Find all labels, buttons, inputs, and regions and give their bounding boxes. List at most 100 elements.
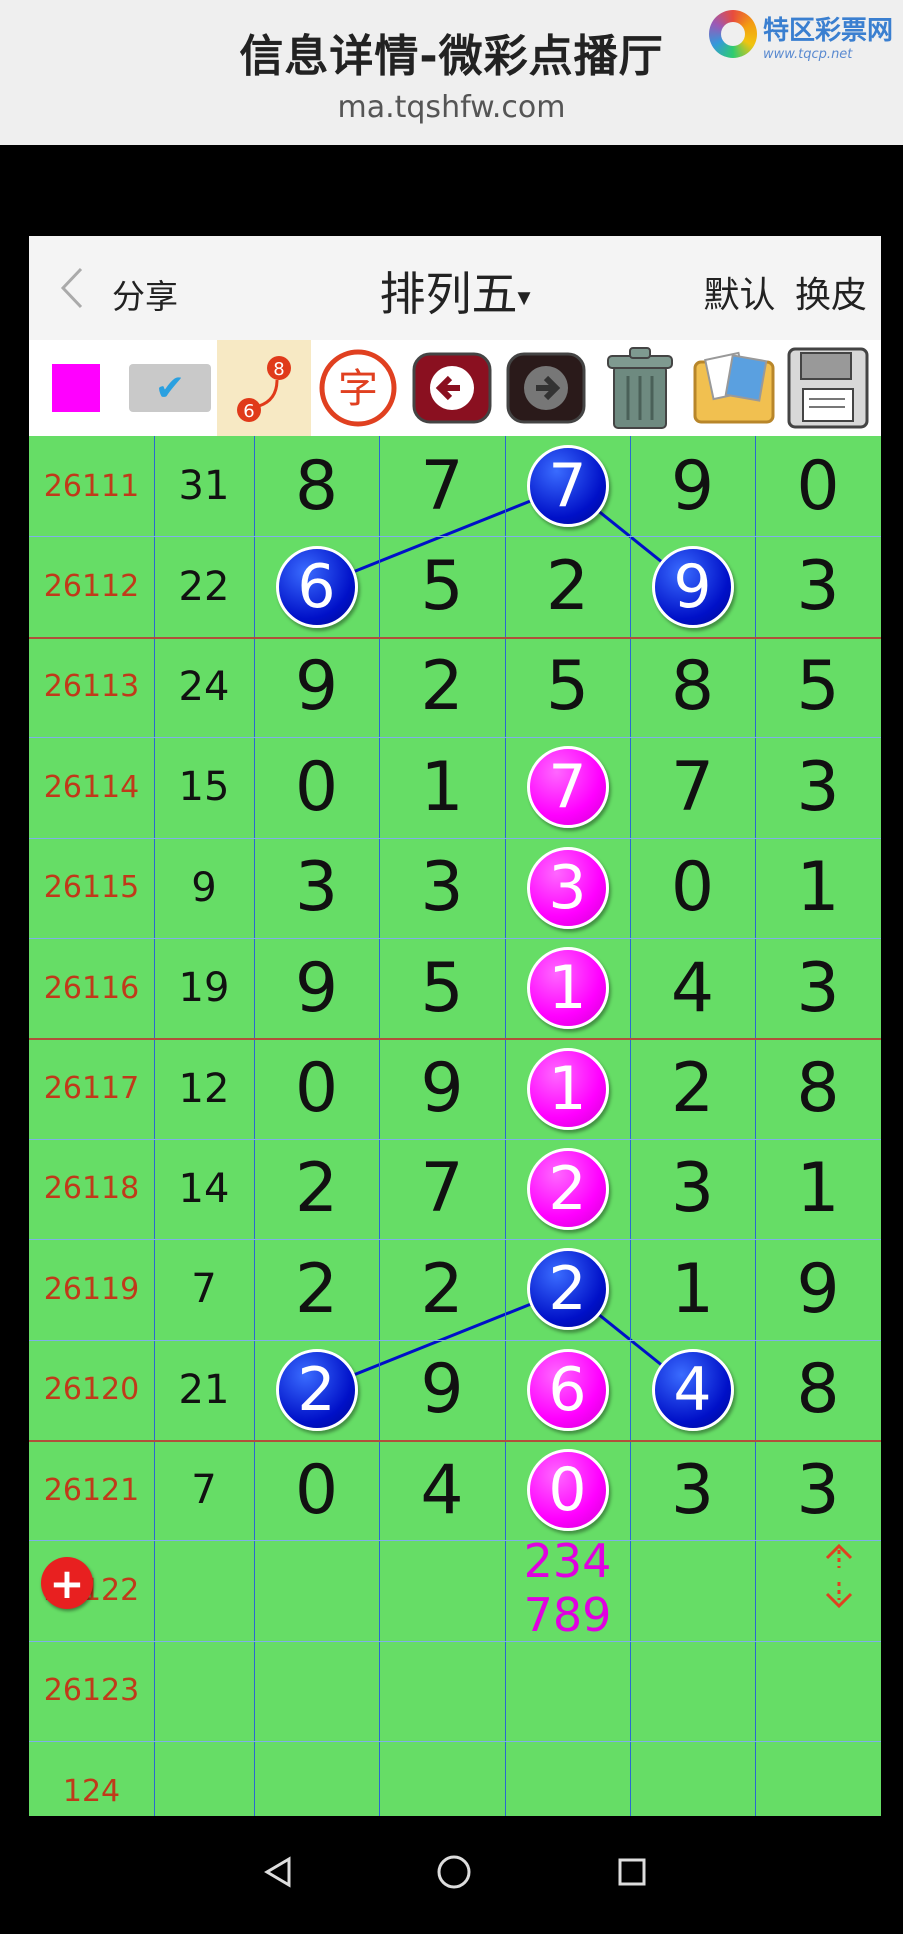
digit-cell[interactable]: 2 <box>254 1239 379 1339</box>
magenta-ball-marker: 6 <box>526 1348 609 1431</box>
digit-cell[interactable]: 8 <box>630 637 755 737</box>
digit-cell[interactable]: 3 <box>505 838 630 938</box>
digit-cell[interactable]: 6 <box>505 1340 630 1440</box>
digit-cell[interactable]: 2 <box>505 1139 630 1239</box>
forward-step-tool[interactable] <box>499 340 593 436</box>
digit-cell[interactable]: 2 <box>254 1139 379 1239</box>
digit-cell[interactable] <box>254 1540 379 1640</box>
digit-cell[interactable]: 3 <box>755 737 881 837</box>
sum-value: 22 <box>178 563 230 610</box>
digit-cell[interactable]: 5 <box>379 938 505 1038</box>
digit-cell[interactable]: 2 <box>505 536 630 636</box>
digit-value: 2 <box>294 1149 339 1229</box>
digit-cell[interactable]: 5 <box>379 536 505 636</box>
lottery-app: 分享 排列五▾ 默认 换皮 ✔ 8 6 字 26111 31 8 7 7 9 0… <box>29 236 881 1816</box>
digit-cell[interactable]: 7 <box>379 436 505 536</box>
character-icon: 字 <box>319 349 397 427</box>
digit-cell[interactable]: 0 <box>630 838 755 938</box>
digit-cell[interactable] <box>630 1641 755 1741</box>
digit-cell[interactable]: 9 <box>630 436 755 536</box>
digit-cell[interactable]: 1 <box>379 737 505 837</box>
digit-cell[interactable]: 2 <box>630 1038 755 1138</box>
digit-cell[interactable] <box>505 1641 630 1741</box>
digit-cell[interactable]: 5 <box>505 637 630 737</box>
digit-cell[interactable]: 1 <box>630 1239 755 1339</box>
brand-name: 特区彩票网 <box>762 16 893 46</box>
sum-value <box>154 1641 254 1741</box>
digit-cell[interactable]: 7 <box>630 737 755 837</box>
digit-cell[interactable] <box>755 1641 881 1741</box>
digit-cell[interactable]: 0 <box>254 1038 379 1138</box>
digit-cell[interactable]: 1 <box>505 938 630 1038</box>
trash-tool[interactable] <box>593 340 687 436</box>
digit-value: 9 <box>796 1249 840 1329</box>
blue-ball-marker: 2 <box>275 1348 358 1431</box>
digit-cell[interactable]: 9 <box>755 1239 881 1339</box>
magenta-ball-marker: 7 <box>526 746 609 829</box>
digit-cell[interactable]: 9 <box>379 1340 505 1440</box>
digit-cell[interactable]: 0 <box>254 737 379 837</box>
digit-cell[interactable]: 7 <box>379 1139 505 1239</box>
back-step-tool[interactable] <box>405 340 499 436</box>
digit-cell[interactable]: 2 <box>379 637 505 737</box>
character-tool[interactable]: 字 <box>311 340 405 436</box>
color-magenta-tool[interactable] <box>29 340 123 436</box>
digit-cell[interactable]: 7 <box>505 436 630 536</box>
digit-cell[interactable] <box>379 1540 505 1640</box>
digit-cell[interactable]: 3 <box>379 838 505 938</box>
digit-value: 8 <box>670 647 715 727</box>
check-tool[interactable]: ✔ <box>123 340 217 436</box>
nav-back-icon[interactable] <box>248 1842 308 1902</box>
digit-cell[interactable]: 0 <box>254 1440 379 1540</box>
arrow-right-icon <box>506 352 586 424</box>
digit-cell[interactable]: 4 <box>630 938 755 1038</box>
digit-cell[interactable] <box>630 1540 755 1640</box>
digit-cell[interactable] <box>755 1540 881 1640</box>
digit-cell[interactable]: 4 <box>630 1340 755 1440</box>
digit-cell[interactable]: 3 <box>755 536 881 636</box>
digit-cell[interactable]: 7 <box>505 737 630 837</box>
digit-cell[interactable]: 3 <box>630 1139 755 1239</box>
digit-cell[interactable]: 3 <box>630 1440 755 1540</box>
digit-value: 8 <box>796 1350 840 1430</box>
digit-cell[interactable] <box>379 1641 505 1741</box>
digit-cell[interactable]: 1 <box>755 1139 881 1239</box>
blue-ball-marker: 6 <box>275 545 358 628</box>
pictures-tool[interactable] <box>687 340 781 436</box>
nav-home-icon[interactable] <box>424 1842 484 1902</box>
digit-cell[interactable]: 6 <box>254 536 379 636</box>
digit-cell[interactable]: 9 <box>254 637 379 737</box>
connect-line-tool[interactable]: 8 6 <box>217 340 311 436</box>
digit-cell[interactable]: 1 <box>505 1038 630 1138</box>
brand-swirl-icon <box>708 10 757 58</box>
brand-site: www.tqcp.net <box>762 47 853 62</box>
default-button[interactable]: 默认 <box>704 275 776 316</box>
digit-cell[interactable]: 1 <box>755 838 881 938</box>
nav-recents-icon[interactable] <box>602 1842 662 1902</box>
digit-cell[interactable]: 9 <box>379 1038 505 1138</box>
save-tool[interactable] <box>781 340 875 436</box>
digit-cell[interactable]: 2 <box>379 1239 505 1339</box>
up-down-arrows-icon[interactable] <box>819 1541 859 1611</box>
digit-cell[interactable]: 8 <box>254 436 379 536</box>
digit-cell[interactable]: 3 <box>254 838 379 938</box>
plus-circle-icon[interactable]: + <box>41 1557 93 1609</box>
digit-cell[interactable]: 3 <box>755 938 881 1038</box>
digit-cell[interactable]: 2 <box>254 1340 379 1440</box>
digit-cell[interactable]: 4 <box>379 1440 505 1540</box>
digit-cell[interactable] <box>254 1641 379 1741</box>
digit-cell[interactable]: 8 <box>755 1038 881 1138</box>
digit-cell[interactable]: 2 <box>505 1239 630 1339</box>
digit-value: 5 <box>420 547 464 627</box>
digit-value: 3 <box>796 747 840 827</box>
digit-cell[interactable]: 8 <box>755 1340 881 1440</box>
pictures-icon <box>693 351 775 424</box>
digit-value: 5 <box>420 948 464 1028</box>
digit-cell[interactable]: 0 <box>505 1440 630 1540</box>
digit-cell[interactable]: 9 <box>630 536 755 636</box>
digit-cell[interactable]: 0 <box>755 436 881 536</box>
change-skin-button[interactable]: 换皮 <box>795 275 867 316</box>
digit-cell[interactable]: 9 <box>254 938 379 1038</box>
digit-cell[interactable]: 5 <box>755 637 881 737</box>
digit-cell[interactable]: 3 <box>755 1440 881 1540</box>
